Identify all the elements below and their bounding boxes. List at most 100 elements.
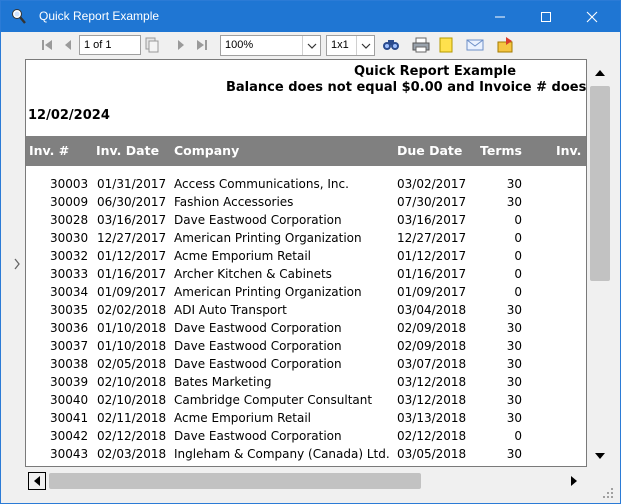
title-bar[interactable]: Quick Report Example [1, 1, 620, 32]
invoice-number-cell: 30043 [50, 447, 89, 461]
scroll-up-button[interactable] [589, 62, 611, 84]
window-title: Quick Report Example [39, 9, 160, 23]
zoom-value: 100% [225, 39, 254, 51]
due-date-cell: 03/12/2018 [397, 393, 467, 407]
invoice-number-cell: 30040 [50, 393, 89, 407]
report-subtitle: Balance does not equal $0.00 and Invoice… [226, 80, 587, 95]
invoice-number-cell: 30028 [50, 213, 89, 227]
chevron-down-icon[interactable] [302, 36, 320, 55]
column-header: Due Date [397, 143, 463, 158]
company-cell: Fashion Accessories [174, 195, 294, 209]
invoice-amount-cell: $3,6 [534, 321, 586, 335]
due-date-cell: 03/07/2018 [397, 357, 467, 371]
zoom-select[interactable]: 100% [220, 35, 321, 56]
page-indicator-field[interactable]: 1 of 1 [79, 35, 141, 55]
invoice-date-cell: 01/16/2017 [97, 267, 167, 281]
report-date: 12/02/2024 [28, 108, 110, 123]
due-date-cell: 03/02/2017 [397, 177, 467, 191]
invoice-amount-cell: $- [534, 213, 586, 227]
company-cell: Access Communications, Inc. [174, 177, 349, 191]
invoice-number-cell: 30035 [50, 303, 89, 317]
export-button[interactable] [497, 36, 515, 54]
chevron-right-icon [14, 258, 20, 269]
invoice-number-cell: 30039 [50, 375, 89, 389]
table-row: 30038 02/05/2018 Dave Eastwood Corporation… [26, 356, 586, 374]
due-date-cell: 03/04/2018 [397, 303, 467, 317]
minimize-button[interactable] [477, 1, 523, 32]
copy-page-button[interactable] [143, 36, 161, 54]
due-date-cell: 03/05/2018 [397, 447, 467, 461]
email-button[interactable] [466, 36, 484, 54]
invoice-amount-cell: $-1,0 [534, 285, 586, 299]
company-cell: Cambridge Computer Consultant [174, 393, 373, 407]
table-row: 30043 02/03/2018 Ingleham & Company (Canad… [26, 446, 586, 464]
invoice-date-cell: 02/12/2018 [97, 429, 167, 443]
report-viewport[interactable]: Quick Report Example Balance does not eq… [25, 59, 587, 467]
close-button[interactable] [569, 1, 615, 32]
maximize-icon [541, 11, 551, 22]
invoice-amount-cell: $9 [534, 447, 586, 461]
find-button[interactable] [382, 36, 400, 54]
triangle-up-icon [595, 70, 605, 76]
note-button[interactable] [437, 36, 455, 54]
triangle-right-icon [571, 476, 577, 486]
column-header: Company [174, 143, 240, 158]
toolbar: 1 of 1 100% 1x1 [1, 32, 620, 58]
column-header: Inv. [556, 143, 582, 158]
print-button[interactable] [412, 36, 430, 54]
table-row: 30033 01/16/2017 Archer Kitchen & Cabinets… [26, 266, 586, 284]
next-page-button[interactable] [172, 36, 190, 54]
terms-cell: 0 [514, 231, 522, 245]
column-header: Inv. Date [96, 143, 160, 158]
chevron-down-icon[interactable] [356, 36, 374, 55]
company-cell: Bates Marketing [174, 375, 272, 389]
last-page-button[interactable] [193, 36, 211, 54]
invoice-amount-cell: $1,2 [534, 411, 586, 425]
terms-cell: 30 [506, 393, 522, 407]
invoice-date-cell: 02/11/2018 [97, 411, 167, 425]
scroll-right-button[interactable] [565, 472, 583, 490]
invoice-date-cell: 03/16/2017 [97, 213, 167, 227]
terms-cell: 30 [506, 321, 522, 335]
invoice-date-cell: 01/09/2017 [97, 285, 167, 299]
horizontal-scrollbar[interactable] [25, 469, 587, 493]
terms-cell: 30 [506, 411, 522, 425]
table-row: 30028 03/16/2017 Dave Eastwood Corporation… [26, 212, 586, 230]
company-cell: Dave Eastwood Corporation [174, 339, 342, 353]
terms-cell: 30 [506, 303, 522, 317]
due-date-cell: 07/30/2017 [397, 195, 467, 209]
layout-select[interactable]: 1x1 [326, 35, 375, 56]
terms-cell: 30 [506, 447, 522, 461]
triangle-left-icon [34, 476, 40, 486]
prev-page-button[interactable] [59, 36, 77, 54]
due-date-cell: 01/16/2017 [397, 267, 467, 281]
resize-grip[interactable] [601, 485, 615, 499]
table-row: 30035 02/02/2018 ADI Auto Transport 03/04/2… [26, 302, 586, 320]
invoice-date-cell: 02/10/2018 [97, 393, 167, 407]
side-panel-toggle[interactable] [10, 60, 24, 467]
due-date-cell: 01/09/2017 [397, 285, 467, 299]
terms-cell: 30 [506, 357, 522, 371]
company-cell: Acme Emporium Retail [174, 411, 311, 425]
layout-value: 1x1 [331, 39, 349, 51]
table-row: 30041 02/11/2018 Acme Emporium Retail 03/13… [26, 410, 586, 428]
vertical-scrollbar[interactable] [587, 59, 613, 467]
company-cell: ADI Auto Transport [174, 303, 287, 317]
company-cell: Dave Eastwood Corporation [174, 213, 342, 227]
vertical-scroll-thumb[interactable] [590, 86, 610, 281]
terms-cell: 0 [514, 285, 522, 299]
scroll-left-button[interactable] [28, 472, 46, 490]
invoice-number-cell: 30041 [50, 411, 89, 425]
minimize-icon [495, 16, 505, 17]
find-icon [383, 40, 399, 50]
invoice-date-cell: 01/31/2017 [97, 177, 167, 191]
invoice-number-cell: 30037 [50, 339, 89, 353]
due-date-cell: 03/16/2017 [397, 213, 467, 227]
column-header: Terms [480, 143, 522, 158]
scroll-down-button[interactable] [589, 445, 611, 467]
app-window: Quick Report Example 1 of 1 100% 1x1 Qui… [0, 0, 621, 504]
first-page-button[interactable] [38, 36, 56, 54]
maximize-button[interactable] [523, 1, 569, 32]
invoice-amount-cell: $2,7 [534, 177, 586, 191]
horizontal-scroll-thumb[interactable] [49, 473, 421, 489]
